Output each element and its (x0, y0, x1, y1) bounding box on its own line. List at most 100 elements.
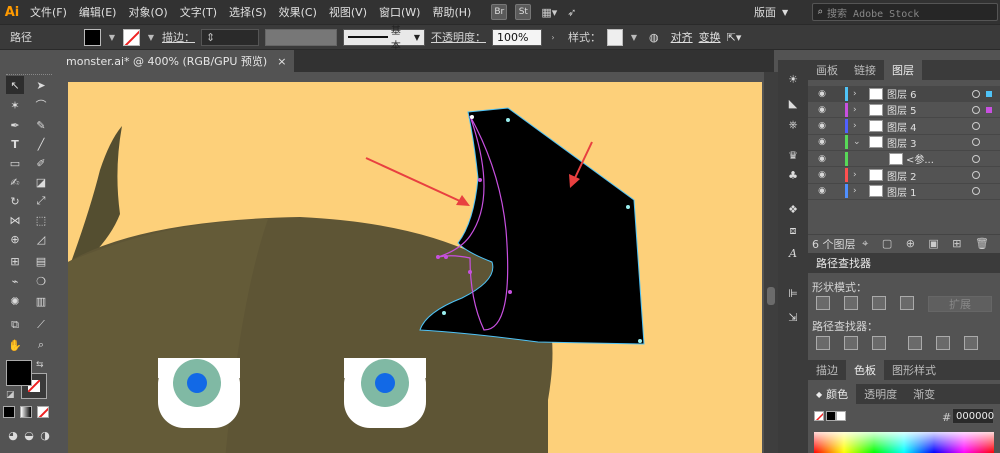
graphic-style-swatch[interactable] (607, 28, 623, 46)
anchor-point[interactable] (444, 255, 448, 259)
visibility-eye-icon[interactable]: ◉ (816, 104, 828, 116)
unite-button[interactable] (816, 296, 830, 310)
character-icon[interactable]: A (784, 244, 802, 262)
visibility-eye-icon[interactable]: ◉ (816, 88, 828, 100)
layer-actions-icon[interactable]: ⌖ ▢ ⊕ ▣ ⊞ 🗑 (862, 237, 1000, 251)
stock-search-input[interactable]: ⌕ 搜索 Adobe Stock (812, 3, 998, 21)
menu-help[interactable]: 帮助(H) (426, 4, 477, 20)
shaper-tool-icon[interactable]: ✍ (6, 173, 24, 191)
stock-icon[interactable]: St (515, 4, 532, 20)
menu-window[interactable]: 窗口(W) (373, 4, 426, 20)
pen-tool-icon[interactable]: ✒ (6, 116, 24, 134)
anchor-point[interactable] (470, 115, 474, 119)
opacity-chevron-icon[interactable]: › (548, 33, 558, 42)
minus-back-button[interactable] (964, 336, 978, 350)
chevron-down-icon[interactable]: ⌄ (853, 137, 861, 147)
width-tool-icon[interactable]: ⋈ (6, 211, 24, 229)
tab-graphic-styles[interactable]: 图形样式 (884, 360, 944, 380)
opacity-label[interactable]: 不透明度： (431, 29, 486, 45)
none-mode-icon[interactable] (37, 406, 49, 418)
gradient-mode-icon[interactable] (20, 406, 32, 418)
fill-dropdown-icon[interactable]: ▼ (107, 33, 117, 42)
stroke-weight-field[interactable]: ⇕ (201, 28, 259, 46)
layer-row[interactable]: ◉ <参... (808, 151, 1000, 168)
default-colors-icon[interactable]: ◪ (6, 390, 15, 400)
brush-definition-field[interactable]: 基本 ▼ (343, 26, 425, 52)
menu-file[interactable]: 文件(F) (24, 4, 73, 20)
isolate-group-icon[interactable]: ⇱▾ (727, 31, 742, 44)
anchor-point[interactable] (468, 270, 472, 274)
arrange-documents-icon[interactable]: ▦▾ (541, 6, 557, 19)
document-tab[interactable]: monster.ai* @ 400% (RGB/GPU 预览) × (58, 50, 295, 72)
chevron-right-icon[interactable]: › (853, 186, 857, 196)
curvature-tool-icon[interactable]: ✎ (32, 116, 50, 134)
expand-button[interactable]: 扩展 (928, 296, 992, 312)
target-circle-icon[interactable] (972, 171, 980, 179)
close-tab-icon[interactable]: × (277, 55, 286, 68)
appearance-icon[interactable]: ◣ (784, 94, 802, 112)
align-icon[interactable]: ⊫ (784, 284, 802, 302)
color-spectrum[interactable] (814, 432, 994, 453)
target-circle-icon[interactable] (972, 187, 980, 196)
chevron-right-icon[interactable]: › (853, 89, 857, 99)
perspective-grid-tool-icon[interactable]: ◿ (32, 230, 50, 248)
target-circle-icon[interactable] (972, 138, 980, 147)
visibility-eye-icon[interactable]: ◉ (816, 185, 828, 197)
menu-select[interactable]: 选择(S) (223, 4, 273, 20)
visibility-eye-icon[interactable]: ◉ (816, 136, 828, 148)
target-circle-icon[interactable] (972, 89, 980, 98)
chevron-right-icon[interactable]: › (853, 170, 857, 180)
variable-width-profile[interactable] (265, 28, 337, 46)
target-circle-icon[interactable] (972, 105, 980, 114)
layer-row[interactable]: ◉ › 图层 6 (808, 86, 1000, 102)
anchor-point[interactable] (626, 205, 630, 209)
outline-button[interactable] (936, 336, 950, 350)
symbol-sprayer-tool-icon[interactable]: ✺ (6, 292, 24, 310)
shape-builder-tool-icon[interactable]: ⊕ (6, 230, 24, 248)
workspace-switcher[interactable]: 版面 ▼ (754, 4, 802, 20)
artboard-tool-icon[interactable]: ⧉ (6, 316, 24, 334)
line-segment-tool-icon[interactable]: ╱ (32, 135, 50, 153)
rotate-tool-icon[interactable]: ↻ (6, 192, 24, 210)
zoom-tool-icon[interactable]: ⌕ (32, 336, 50, 354)
recolor-artwork-icon[interactable]: ◍ (649, 31, 659, 44)
hex-input[interactable]: 000000 (952, 408, 994, 424)
scrollbar-thumb[interactable] (767, 287, 775, 305)
minus-front-button[interactable] (844, 296, 858, 310)
gradient-tool-icon[interactable]: ▤ (32, 252, 50, 270)
anchor-point[interactable] (508, 290, 512, 294)
tab-transparency[interactable]: 透明度 (856, 384, 905, 404)
free-transform-tool-icon[interactable]: ⬚ (32, 211, 50, 229)
export-icon[interactable]: ⇲ (784, 308, 802, 326)
draw-inside-icon[interactable]: ◑ (36, 426, 54, 444)
magic-wand-tool-icon[interactable]: ✶ (6, 96, 24, 114)
tab-swatches[interactable]: 色板 (846, 360, 884, 380)
fill-stroke-widget[interactable]: ⇆ ◪ (6, 360, 52, 406)
brushes-icon[interactable]: ⎈ (784, 116, 802, 134)
stroke-label[interactable]: 描边： (162, 29, 195, 45)
mesh-tool-icon[interactable]: ⊞ (6, 252, 24, 270)
divide-button[interactable] (816, 336, 830, 350)
slice-tool-icon[interactable]: ⟋ (32, 316, 50, 334)
menu-type[interactable]: 文字(T) (174, 4, 223, 20)
bridge-icon[interactable]: Br (491, 4, 508, 20)
align-link[interactable]: 对齐 (671, 29, 693, 45)
menu-effect[interactable]: 效果(C) (273, 4, 323, 20)
none-swatch[interactable] (814, 411, 824, 421)
stroke-dropdown-icon[interactable]: ▼ (146, 33, 156, 42)
fill-color-box[interactable] (6, 360, 32, 386)
lasso-tool-icon[interactable]: ⌒ (32, 96, 50, 114)
paintbrush-tool-icon[interactable]: ✐ (32, 154, 50, 172)
tab-layers[interactable]: 图层 (884, 60, 922, 80)
vertical-scrollbar[interactable] (764, 72, 778, 453)
direct-selection-tool-icon[interactable]: ➤ (32, 76, 50, 94)
club-icon[interactable]: ♣ (784, 166, 802, 184)
eyedropper-tool-icon[interactable]: ⌁ (6, 272, 24, 290)
menu-object[interactable]: 对象(O) (122, 4, 173, 20)
visibility-eye-icon[interactable]: ◉ (816, 169, 828, 181)
menu-edit[interactable]: 编辑(E) (73, 4, 123, 20)
chevron-right-icon[interactable]: › (853, 121, 857, 131)
tab-color[interactable]: ◆ 颜色 (808, 384, 857, 404)
visibility-eye-icon[interactable]: ◉ (816, 153, 828, 165)
menu-view[interactable]: 视图(V) (323, 4, 373, 20)
